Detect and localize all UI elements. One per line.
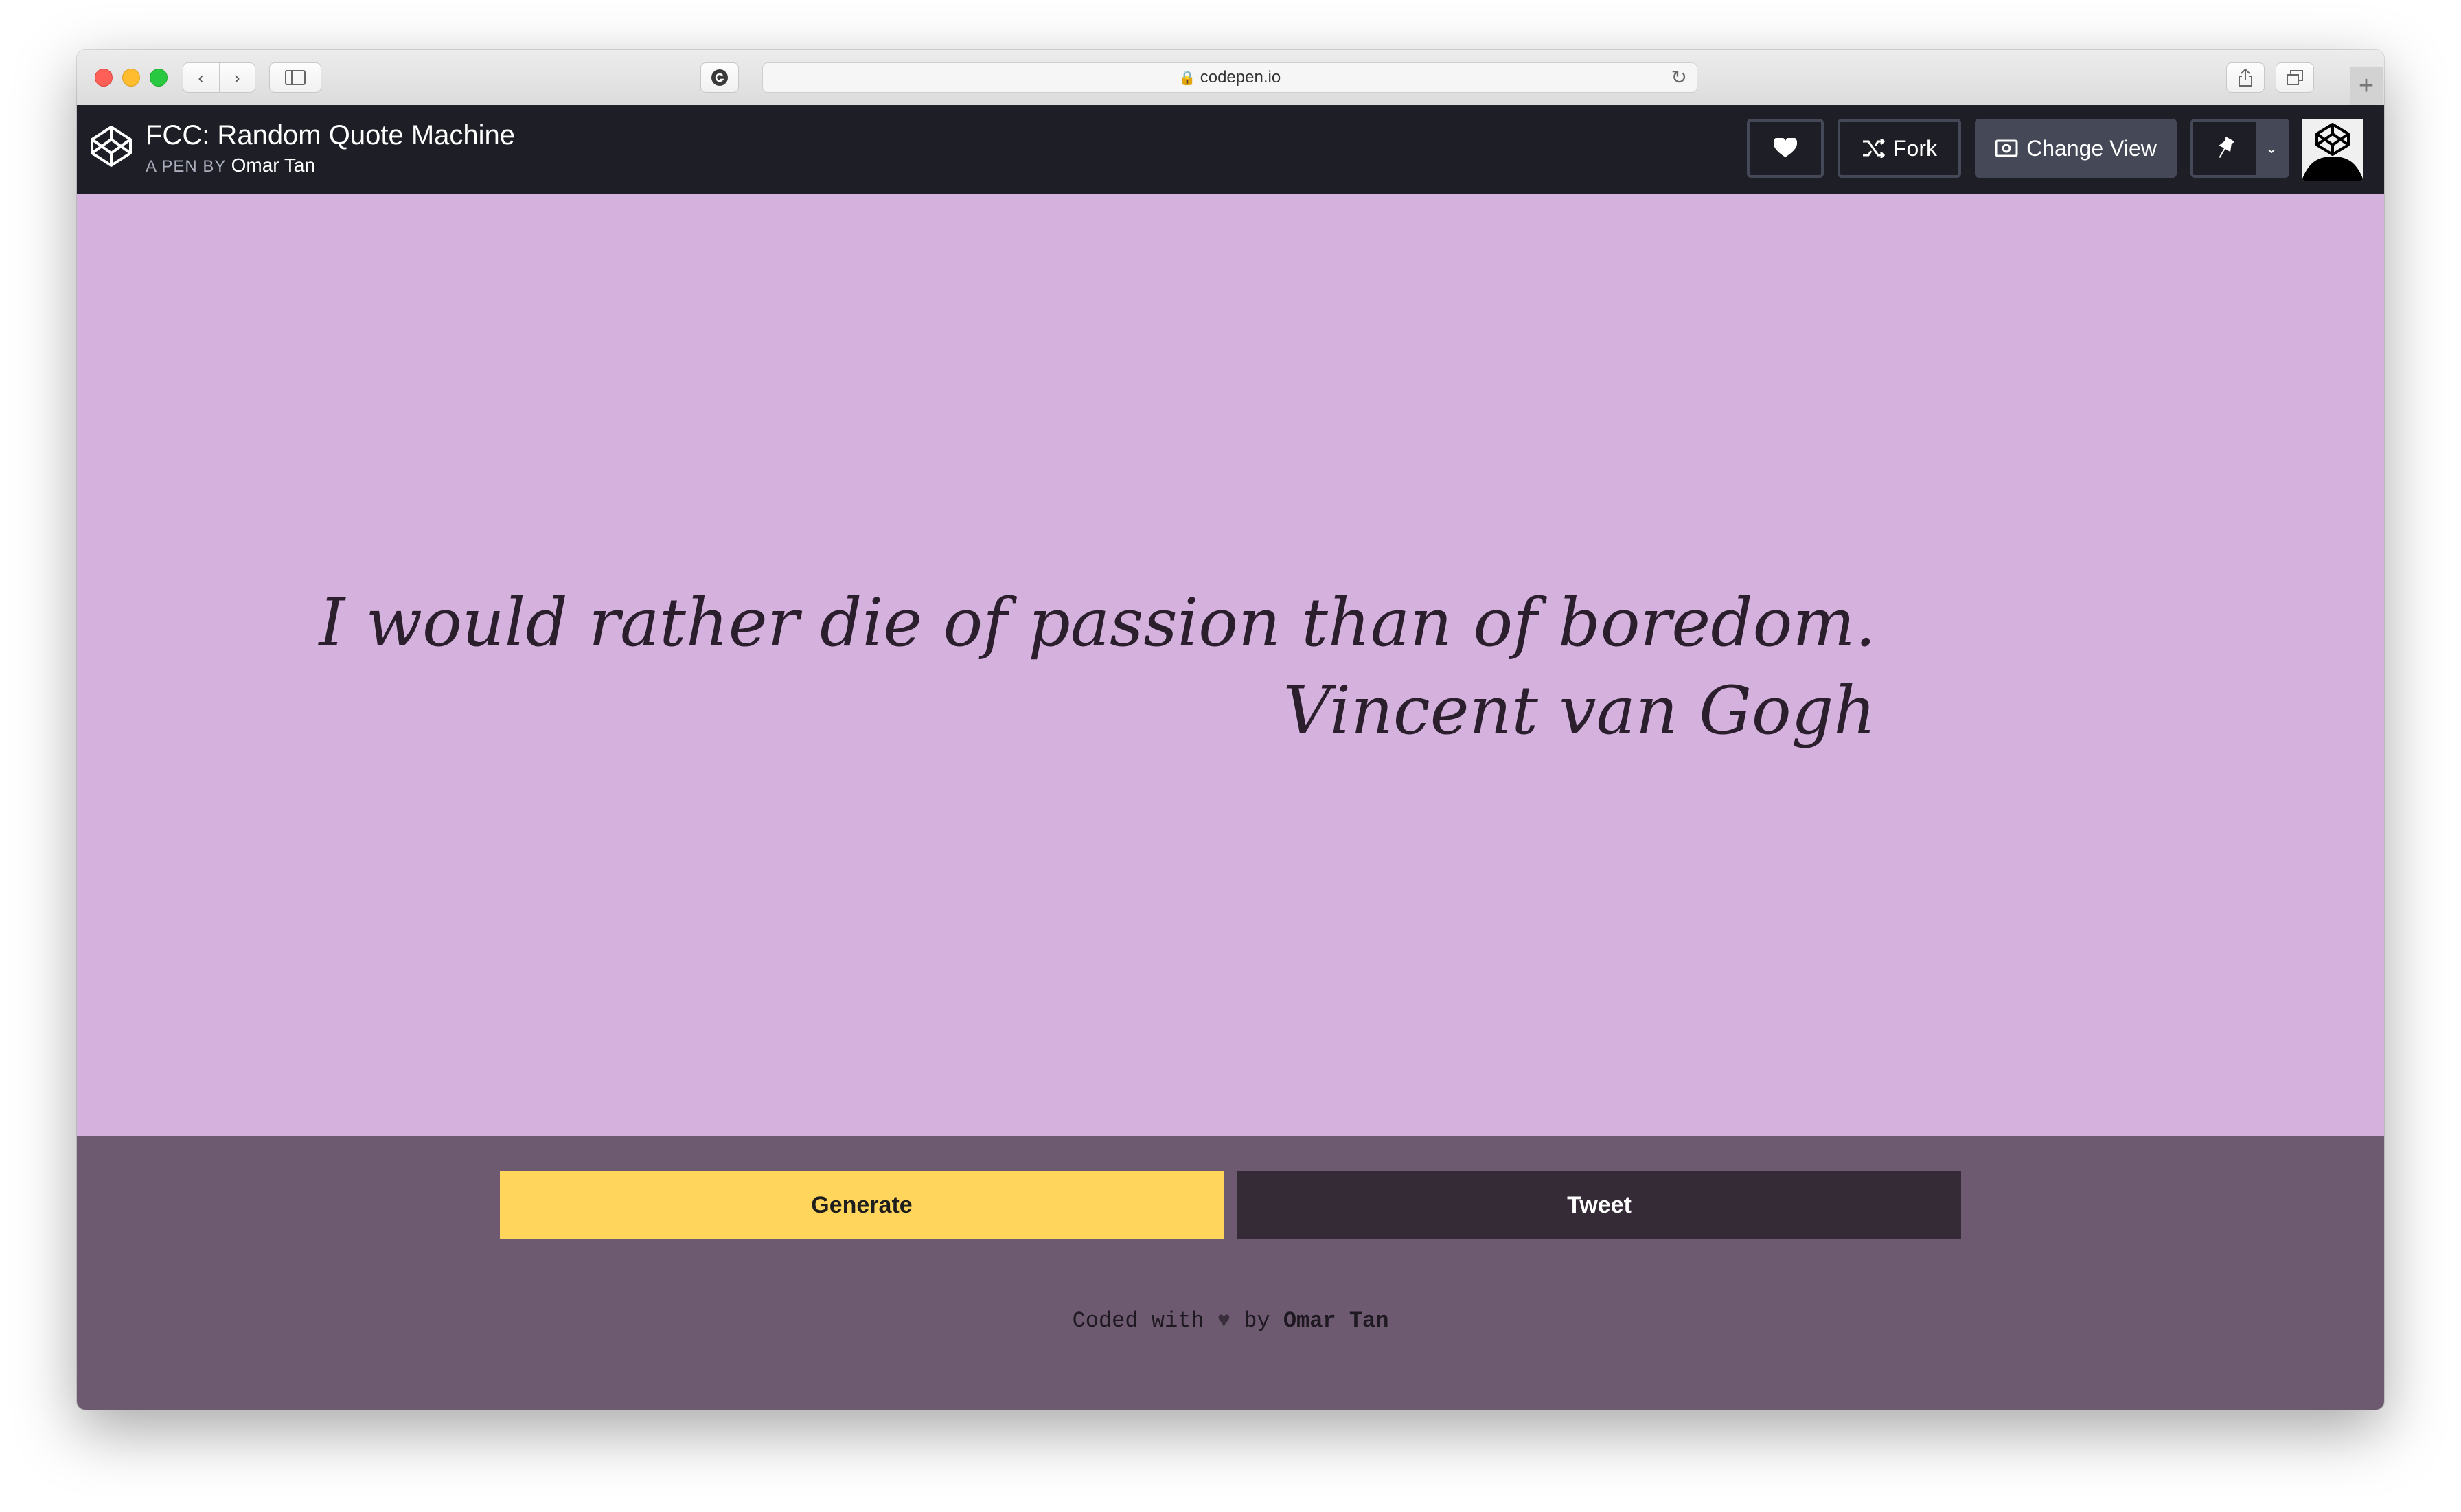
avatar[interactable] [2302,119,2363,181]
codepen-logo-icon[interactable] [89,124,133,168]
chevron-down-icon[interactable]: ⌄ [2256,122,2287,175]
footer-prefix: Coded with [1072,1308,1217,1333]
change-view-button[interactable]: Change View [1975,119,2177,178]
tweet-button[interactable]: Tweet [1237,1171,1961,1239]
pen-author-link[interactable]: Omar Tan [231,154,315,176]
browser-window: ‹ › 🔒 codepen.io ↻ + FCC: Random Quote M… [77,50,2384,1410]
lock-icon: 🔒 [1178,70,1196,86]
new-tab-button[interactable]: + [2350,67,2383,105]
quote-area: I would rather die of passion than of bo… [77,194,2384,1136]
controls-area: Generate Tweet Coded with ♥ by Omar Tan [77,1136,2384,1410]
fork-button[interactable]: Fork [1838,119,1961,178]
view-icon [1995,139,2018,157]
heart-icon: ♥ [1217,1308,1230,1333]
fork-icon [1863,139,1885,158]
footer-credit: Coded with ♥ by Omar Tan [77,1308,2384,1333]
forward-icon[interactable]: › [219,67,255,89]
user-avatar-icon [2302,119,2363,181]
tabs-icon [2287,70,2303,85]
pin-button[interactable]: ⌄ [2190,119,2289,178]
close-window-button[interactable] [95,69,113,87]
footer-author: Omar Tan [1283,1308,1389,1333]
love-button[interactable] [1747,119,1824,178]
minimize-window-button[interactable] [122,69,140,87]
address-bar[interactable]: 🔒 codepen.io ↻ [762,62,1697,93]
browser-toolbar: ‹ › 🔒 codepen.io ↻ + [77,50,2384,106]
history-navigation: ‹ › [183,62,255,93]
pen-title: FCC: Random Quote Machine [146,120,516,150]
byline-label: A PEN BY [146,157,226,176]
pin-icon [2219,137,2234,158]
share-button[interactable] [2226,62,2265,93]
sidebar-toggle-button[interactable] [269,62,321,93]
quote-text: I would rather die of passion than of bo… [319,584,1876,661]
tab-overview-button[interactable] [2276,62,2314,93]
heart-icon [1774,138,1797,157]
quote-block: I would rather die of passion than of bo… [319,579,1876,755]
pen-byline: A PEN BY Omar Tan [146,154,315,176]
fork-label: Fork [1893,135,1937,161]
grammarly-icon [711,69,728,86]
zoom-window-button[interactable] [150,69,168,87]
change-view-label: Change View [2026,135,2157,161]
share-icon [2239,68,2252,87]
quote-author: Vincent van Gogh [1283,672,1876,749]
generate-button[interactable]: Generate [500,1171,1224,1239]
url-text: codepen.io [1200,68,1281,87]
codepen-header: FCC: Random Quote Machine A PEN BY Omar … [77,105,2384,194]
sidebar-icon [285,70,306,85]
extension-button[interactable] [700,62,739,93]
back-icon[interactable]: ‹ [183,67,219,89]
reload-icon[interactable]: ↻ [1671,66,1687,89]
footer-middle: by [1230,1308,1283,1333]
